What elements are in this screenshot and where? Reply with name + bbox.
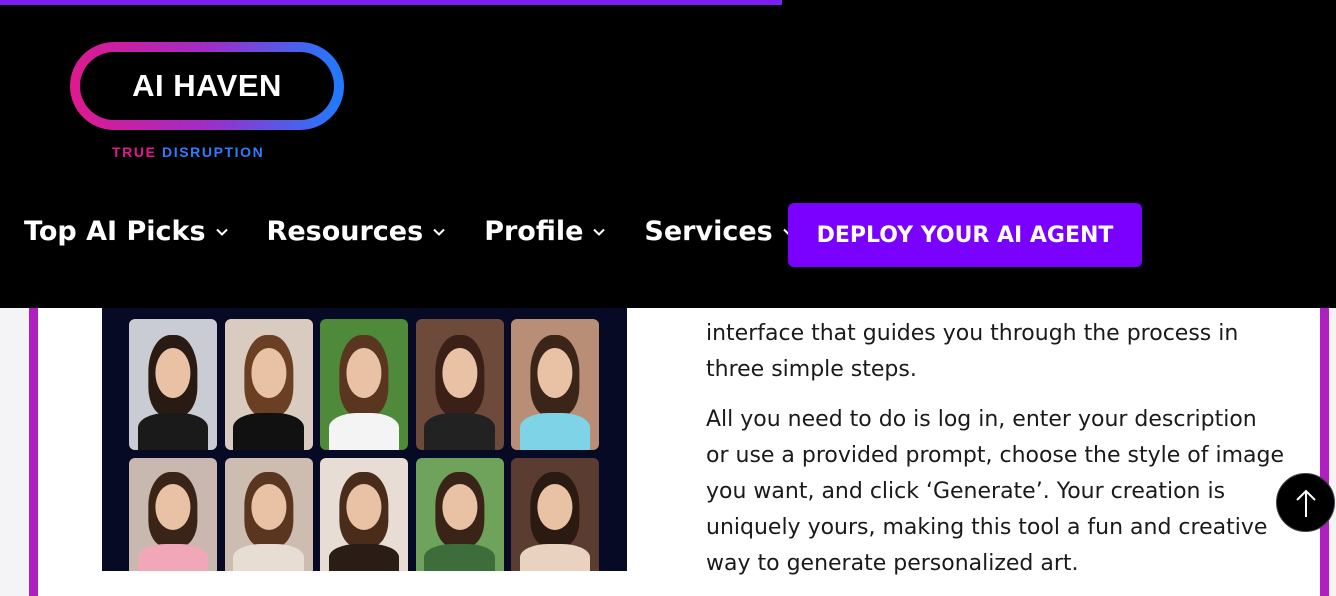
chevron-down-icon	[215, 228, 228, 236]
reading-progress-bar	[0, 0, 782, 5]
deploy-ai-agent-button[interactable]: DEPLOY YOUR AI AGENT	[788, 203, 1142, 267]
site-header: AI HAVEN TRUE DISRUPTION Top AI Picks Re…	[0, 0, 1336, 308]
nav-item-profile[interactable]: Profile	[484, 216, 606, 247]
nav-item-label: Resources	[266, 216, 424, 247]
portrait-thumbnail	[129, 319, 217, 450]
arrow-up-icon	[1295, 489, 1316, 517]
chevron-down-icon	[433, 228, 445, 236]
nav-item-label: Top AI Picks	[24, 216, 206, 247]
nav-item-label: Services	[644, 216, 773, 247]
main-nav: Top AI Picks Resources Profile Services	[24, 216, 834, 247]
portrait-thumbnail	[224, 319, 313, 450]
article-body: interface that guides you through the pr…	[706, 300, 1286, 596]
nav-item-services[interactable]: Services	[644, 216, 795, 247]
nav-item-resources[interactable]: Resources	[267, 216, 447, 247]
logo-pill: AI HAVEN	[70, 42, 344, 130]
portrait-thumbnail	[511, 458, 599, 571]
portrait-thumbnail	[129, 458, 217, 571]
portrait-thumbnail	[415, 458, 504, 571]
chevron-down-icon	[593, 228, 606, 236]
nav-item-label: Profile	[484, 216, 584, 247]
logo-tagline: TRUE DISRUPTION	[112, 144, 265, 160]
scroll-to-top-button[interactable]	[1276, 473, 1335, 532]
portrait-thumbnail	[511, 319, 599, 450]
portrait-thumbnail	[415, 319, 504, 450]
ai-portrait-gallery-image	[102, 300, 627, 571]
nav-item-top-ai-picks[interactable]: Top AI Picks	[24, 216, 229, 247]
logo-text: AI HAVEN	[132, 68, 282, 103]
article-paragraph: interface that guides you through the pr…	[706, 321, 1239, 382]
portrait-thumbnail	[320, 458, 408, 571]
portrait-thumbnail	[320, 319, 408, 450]
site-logo[interactable]: AI HAVEN TRUE DISRUPTION	[70, 42, 344, 162]
portrait-thumbnail	[224, 458, 313, 571]
article-paragraph: All you need to do is log in, enter your…	[706, 407, 1284, 576]
